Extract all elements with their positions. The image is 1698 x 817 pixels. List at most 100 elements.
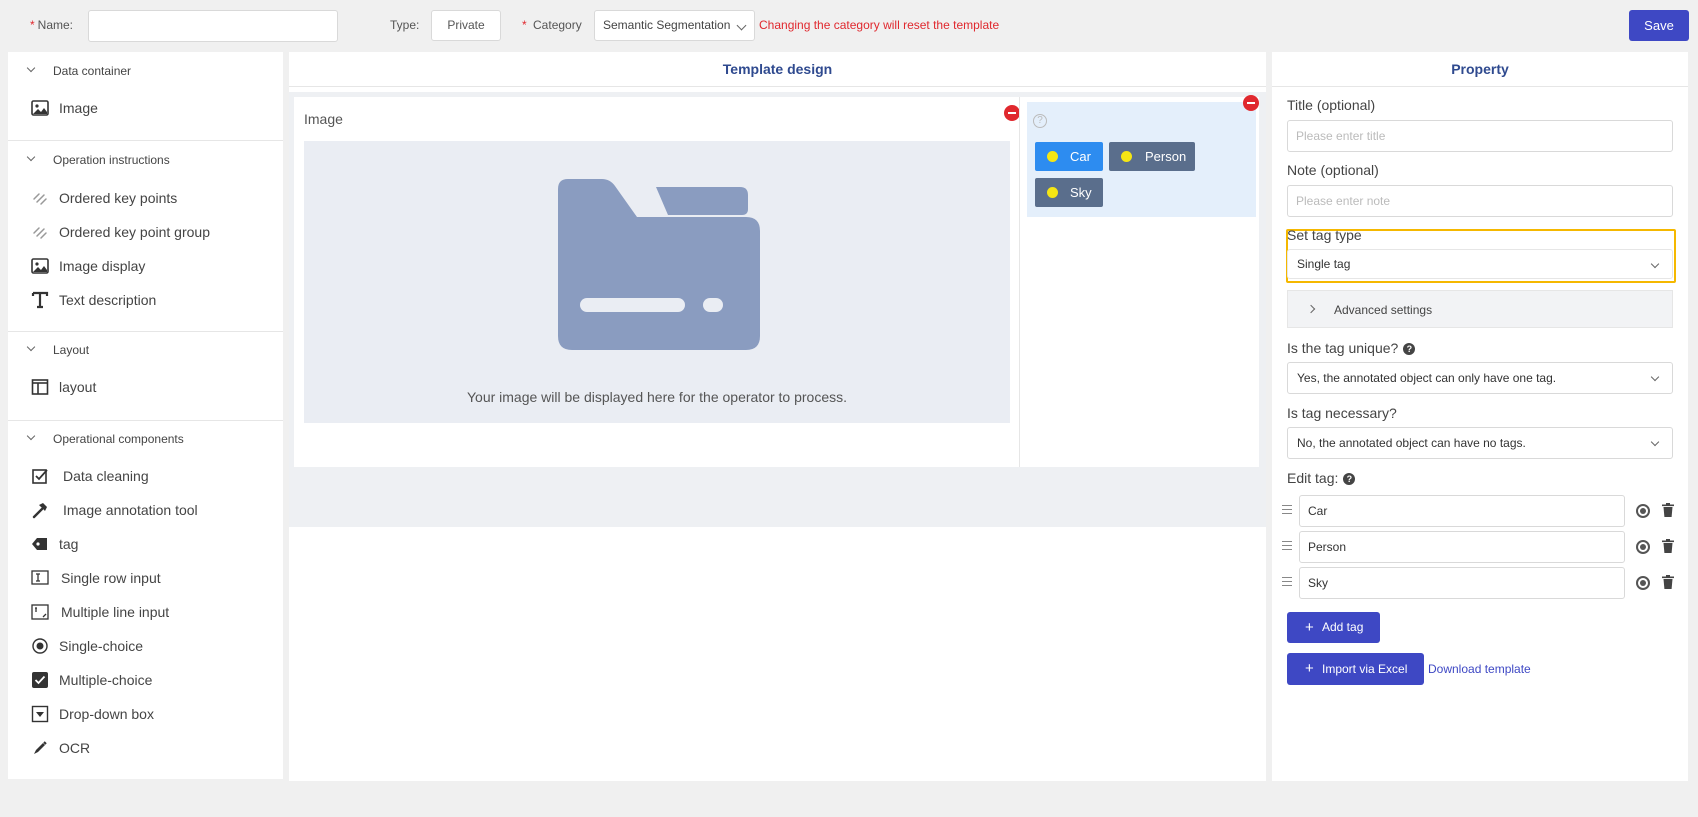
tag-name-input[interactable]: Person	[1299, 531, 1625, 563]
template-design-title: Template design	[289, 52, 1266, 87]
component-image[interactable]: Image	[8, 95, 283, 121]
add-tag-button[interactable]: + Add tag	[1287, 612, 1380, 643]
component-multiple-choice[interactable]: Multiple-choice	[8, 667, 283, 693]
edit-tag-label: Edit tag:?	[1287, 470, 1356, 486]
download-template-link[interactable]: Download template	[1428, 662, 1531, 676]
tag-component-card[interactable]: ? Car Person Sky	[1019, 97, 1259, 467]
section-operation-instructions[interactable]: Operation instructions	[8, 151, 283, 171]
component-ocr[interactable]: OCR	[8, 735, 283, 761]
import-excel-button[interactable]: + Import via Excel	[1287, 653, 1424, 685]
drag-handle-icon[interactable]	[1282, 577, 1292, 586]
template-design-panel: Template design Image Your image will be…	[289, 52, 1266, 781]
note-label: Note (optional)	[1287, 162, 1379, 178]
tag-preview-area: ? Car Person Sky	[1027, 102, 1256, 217]
save-button[interactable]: Save	[1629, 10, 1689, 41]
component-image-display[interactable]: Image display	[8, 253, 283, 279]
component-palette: Data container Image Operation instructi…	[8, 52, 283, 779]
help-icon[interactable]: ?	[1343, 473, 1356, 486]
tag-name-input[interactable]: Sky	[1299, 567, 1625, 599]
color-picker-icon[interactable]	[1636, 540, 1650, 554]
drag-handle-icon[interactable]	[1282, 505, 1292, 514]
section-layout[interactable]: Layout	[8, 341, 283, 361]
component-image-annotation-tool[interactable]: Image annotation tool	[8, 497, 283, 523]
section-operational-components[interactable]: Operational components	[8, 430, 283, 450]
color-dot-icon	[1121, 151, 1132, 162]
remove-tag-component-icon[interactable]	[1243, 95, 1259, 111]
name-label: * Name:	[30, 18, 74, 32]
help-icon[interactable]: ?	[1033, 114, 1047, 128]
component-tag[interactable]: tag	[8, 531, 283, 557]
section-data-container[interactable]: Data container	[8, 62, 283, 82]
tag-icon	[32, 538, 47, 550]
name-input[interactable]	[88, 10, 338, 42]
property-title: Property	[1272, 52, 1688, 87]
plus-icon: +	[1305, 619, 1314, 636]
advanced-settings-toggle[interactable]: Advanced settings	[1287, 290, 1673, 328]
color-picker-icon[interactable]	[1636, 576, 1650, 590]
tag-edit-row: Car	[1282, 495, 1682, 527]
category-select[interactable]: Semantic Segmentation	[594, 10, 755, 41]
title-input[interactable]: Please enter title	[1287, 120, 1673, 152]
note-input[interactable]: Please enter note	[1287, 185, 1673, 217]
chevron-down-icon	[26, 63, 36, 73]
divider	[8, 140, 283, 141]
tag-chip-sky[interactable]: Sky	[1035, 178, 1103, 207]
pen-icon	[34, 741, 47, 754]
category-label: * Category	[522, 18, 582, 32]
design-canvas[interactable]: Image Your image will be displayed here …	[289, 92, 1266, 527]
help-icon[interactable]: ?	[1403, 343, 1416, 356]
type-label: Type:	[390, 18, 420, 32]
tag-name-input[interactable]: Car	[1299, 495, 1625, 527]
component-multiple-line-input[interactable]: Multiple line input	[8, 599, 283, 625]
title-label: Title (optional)	[1287, 97, 1376, 113]
multiline-input-icon	[31, 604, 49, 620]
drag-handle-icon[interactable]	[1282, 541, 1292, 550]
chevron-down-icon	[736, 20, 747, 31]
tag-chip-person[interactable]: Person	[1109, 142, 1195, 171]
tag-edit-row: Sky	[1282, 567, 1682, 599]
necessary-select[interactable]: No, the annotated object can have no tag…	[1287, 427, 1673, 459]
tag-edit-row: Person	[1282, 531, 1682, 563]
image-component-card[interactable]: Image Your image will be displayed here …	[294, 97, 1026, 467]
plus-icon: +	[1305, 660, 1314, 677]
chevron-down-icon	[1650, 437, 1660, 447]
link-icon	[33, 193, 47, 205]
unique-label: Is the tag unique??	[1287, 340, 1416, 356]
color-picker-icon[interactable]	[1636, 504, 1650, 518]
chevron-down-icon	[1650, 372, 1660, 382]
tag-type-label: Set tag type	[1287, 227, 1362, 243]
chevron-right-icon	[1306, 304, 1316, 314]
layout-icon	[31, 379, 49, 395]
chevron-down-icon	[1650, 259, 1660, 269]
image-placeholder: Your image will be displayed here for th…	[304, 141, 1010, 423]
chevron-down-icon	[26, 152, 36, 162]
component-single-row-input[interactable]: Single row input	[8, 565, 283, 591]
remove-image-component-icon[interactable]	[1004, 105, 1020, 121]
tag-type-select[interactable]: Single tag	[1287, 249, 1673, 279]
color-dot-icon	[1047, 151, 1058, 162]
tag-chip-car[interactable]: Car	[1035, 142, 1103, 171]
component-drop-down-box[interactable]: Drop-down box	[8, 701, 283, 727]
top-bar: * Name: Type: Private * Category Semantic…	[0, 0, 1698, 50]
divider	[8, 420, 283, 421]
unique-select[interactable]: Yes, the annotated object can only have …	[1287, 362, 1673, 394]
trash-icon[interactable]	[1662, 575, 1674, 589]
component-layout[interactable]: layout	[8, 374, 283, 400]
component-single-choice[interactable]: Single-choice	[8, 633, 283, 659]
category-value: Semantic Segmentation	[603, 18, 731, 32]
checkbox-icon	[32, 469, 48, 484]
radio-icon	[32, 638, 48, 654]
link-icon	[33, 227, 47, 239]
component-ordered-key-points[interactable]: Ordered key points	[8, 185, 283, 211]
image-icon	[31, 258, 49, 274]
component-ordered-key-point-group[interactable]: Ordered key point group	[8, 219, 283, 245]
image-card-title: Image	[304, 111, 343, 127]
image-placeholder-text: Your image will be displayed here for th…	[466, 389, 848, 405]
component-text-description[interactable]: Text description	[8, 287, 283, 313]
trash-icon[interactable]	[1662, 503, 1674, 517]
component-data-cleaning[interactable]: Data cleaning	[8, 463, 283, 489]
necessary-label: Is tag necessary?	[1287, 405, 1397, 421]
single-row-input-icon	[31, 570, 49, 585]
category-warning: Changing the category will reset the tem…	[759, 18, 1000, 32]
trash-icon[interactable]	[1662, 539, 1674, 553]
